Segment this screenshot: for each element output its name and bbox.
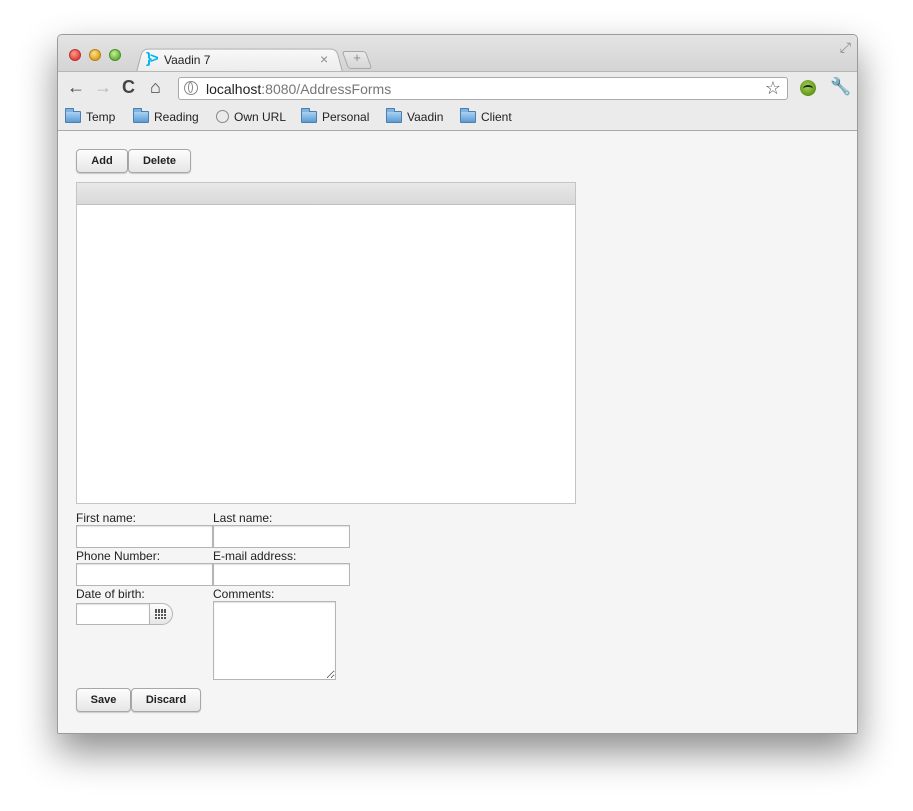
bookmark-temp[interactable]: Temp — [65, 108, 116, 126]
folder-icon — [386, 108, 402, 123]
folder-icon — [301, 108, 317, 123]
bookmark-personal[interactable]: Personal — [301, 108, 370, 126]
reload-icon[interactable]: C — [122, 78, 135, 96]
url-host: localhost — [206, 81, 262, 97]
home-icon[interactable]: ⌂ — [150, 78, 161, 96]
email-input[interactable] — [213, 563, 350, 586]
zoom-window-button[interactable] — [109, 49, 121, 61]
wrench-menu-icon[interactable]: 🔧 — [830, 77, 851, 97]
bookmark-client[interactable]: Client — [460, 108, 512, 126]
bookmark-label: Vaadin — [407, 110, 444, 124]
last-name-label: Last name: — [213, 511, 273, 525]
folder-icon — [460, 108, 476, 123]
bookmark-reading[interactable]: Reading — [133, 108, 199, 126]
browser-tab-content[interactable]: }> Vaadin 7 × — [144, 49, 344, 71]
date-of-birth-input[interactable] — [76, 603, 150, 625]
bookmarks-bar: Temp Reading Own URL Personal Vaadin Cli… — [58, 104, 857, 131]
bookmark-own-url[interactable]: Own URL — [216, 110, 286, 126]
browser-toolbar: ← → C ⌂ localhost:8080/AddressForms ☆ 🔧 — [58, 71, 857, 105]
folder-icon — [65, 108, 81, 123]
date-of-birth-label: Date of birth: — [76, 587, 145, 601]
bookmark-vaadin[interactable]: Vaadin — [386, 108, 444, 126]
bookmark-label: Personal — [322, 110, 370, 124]
bookmark-label: Client — [481, 110, 512, 124]
globe-icon — [184, 81, 198, 95]
save-button[interactable]: Save — [76, 688, 131, 712]
date-picker-button[interactable] — [149, 603, 173, 625]
back-icon[interactable]: ← — [67, 78, 85, 96]
tab-title: Vaadin 7 — [164, 53, 211, 67]
delete-button[interactable]: Delete — [128, 149, 191, 173]
title-bar: }> Vaadin 7 × + ⤢ — [58, 35, 857, 72]
table-header — [77, 183, 575, 205]
close-window-button[interactable] — [69, 49, 81, 61]
bookmark-label: Own URL — [234, 110, 287, 124]
globe-icon — [216, 110, 229, 123]
spotify-extension-icon[interactable] — [800, 80, 816, 96]
vaadin-favicon-icon: }> — [146, 50, 159, 67]
last-name-input[interactable] — [213, 525, 350, 548]
page-content: Add Delete First name: Last name: Phone … — [58, 131, 857, 733]
new-tab-plus-icon[interactable]: + — [350, 50, 364, 65]
bookmark-star-icon[interactable]: ☆ — [765, 78, 781, 99]
first-name-label: First name: — [76, 511, 137, 525]
calendar-icon — [155, 609, 166, 619]
comments-label: Comments: — [213, 587, 275, 601]
add-button[interactable]: Add — [76, 149, 128, 173]
bookmark-label: Reading — [154, 110, 199, 124]
first-name-input[interactable] — [76, 525, 213, 548]
phone-number-label: Phone Number: — [76, 549, 161, 563]
minimize-window-button[interactable] — [89, 49, 101, 61]
forward-icon[interactable]: → — [94, 78, 112, 96]
url-text[interactable]: localhost:8080/AddressForms — [206, 81, 391, 97]
bookmark-label: Temp — [86, 110, 116, 124]
email-label: E-mail address: — [213, 549, 297, 563]
browser-window: }> Vaadin 7 × + ⤢ ← → C ⌂ localhost:8080… — [57, 34, 858, 734]
tab-close-icon[interactable]: × — [320, 51, 328, 67]
address-table[interactable] — [76, 182, 576, 504]
fullscreen-icon[interactable]: ⤢ — [840, 39, 851, 56]
folder-icon — [133, 108, 149, 123]
discard-button[interactable]: Discard — [131, 688, 201, 712]
phone-number-input[interactable] — [76, 563, 213, 586]
address-bar[interactable]: localhost:8080/AddressForms ☆ — [178, 77, 788, 100]
comments-textarea[interactable] — [213, 601, 336, 680]
url-path: :8080/AddressForms — [261, 81, 392, 97]
